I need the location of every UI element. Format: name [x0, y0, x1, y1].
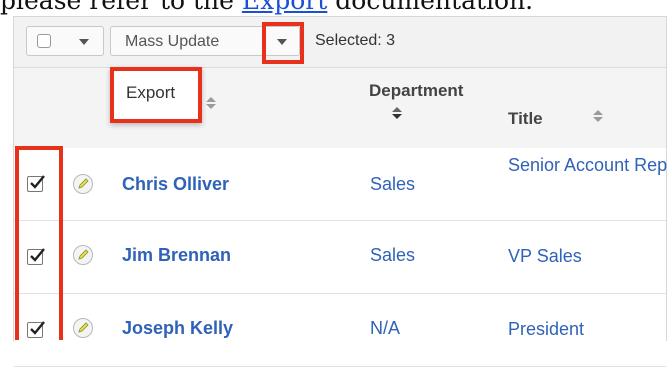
sort-name-icon[interactable] [205, 97, 217, 111]
mass-update-label: Mass Update [125, 33, 220, 50]
record-name-link[interactable]: Chris Olliver [122, 174, 229, 195]
doc-text-before: please refer to the [0, 0, 242, 15]
department-link[interactable]: N/A [370, 318, 400, 339]
chevron-down-icon [79, 39, 89, 45]
sort-title-icon[interactable] [592, 110, 604, 124]
department-link[interactable]: Sales [370, 174, 415, 195]
column-header-department[interactable]: Department [369, 81, 463, 101]
select-all-checkbox[interactable] [37, 34, 51, 48]
pencil-icon[interactable] [73, 318, 93, 338]
department-link[interactable]: Sales [370, 245, 415, 266]
pencil-icon[interactable] [73, 174, 93, 194]
pencil-icon[interactable] [73, 245, 93, 265]
title-link[interactable]: President [508, 318, 668, 340]
list-view-panel: Mass Update Selected: 3 Department Title… [13, 16, 668, 367]
doc-text-after: documentation. [327, 0, 534, 15]
checkbox-column-highlight [15, 146, 63, 340]
list-toolbar: Mass Update Selected: 3 [14, 17, 666, 68]
column-header-title[interactable]: Title [508, 109, 543, 129]
export-doc-link[interactable]: Export [242, 0, 327, 15]
record-name-link[interactable]: Jim Brennan [122, 245, 231, 266]
table-row: Joseph Kelly N/A President [14, 294, 666, 367]
export-label: Export [126, 83, 176, 102]
selected-count: Selected: 3 [315, 32, 396, 49]
select-all-dropdown[interactable] [26, 26, 104, 56]
table-row: Jim Brennan Sales VP Sales [14, 221, 666, 294]
chevron-down-icon [277, 39, 287, 45]
title-link[interactable]: VP Sales [508, 245, 668, 267]
actions-dropdown-toggle[interactable] [262, 22, 304, 64]
table-row: Chris Olliver Sales Senior Account Rep [14, 148, 668, 221]
record-name-link[interactable]: Joseph Kelly [122, 318, 233, 339]
title-link[interactable]: Senior Account Rep [508, 154, 668, 176]
sort-department-icon[interactable] [391, 107, 403, 121]
export-menu-item[interactable]: Export [110, 67, 202, 123]
